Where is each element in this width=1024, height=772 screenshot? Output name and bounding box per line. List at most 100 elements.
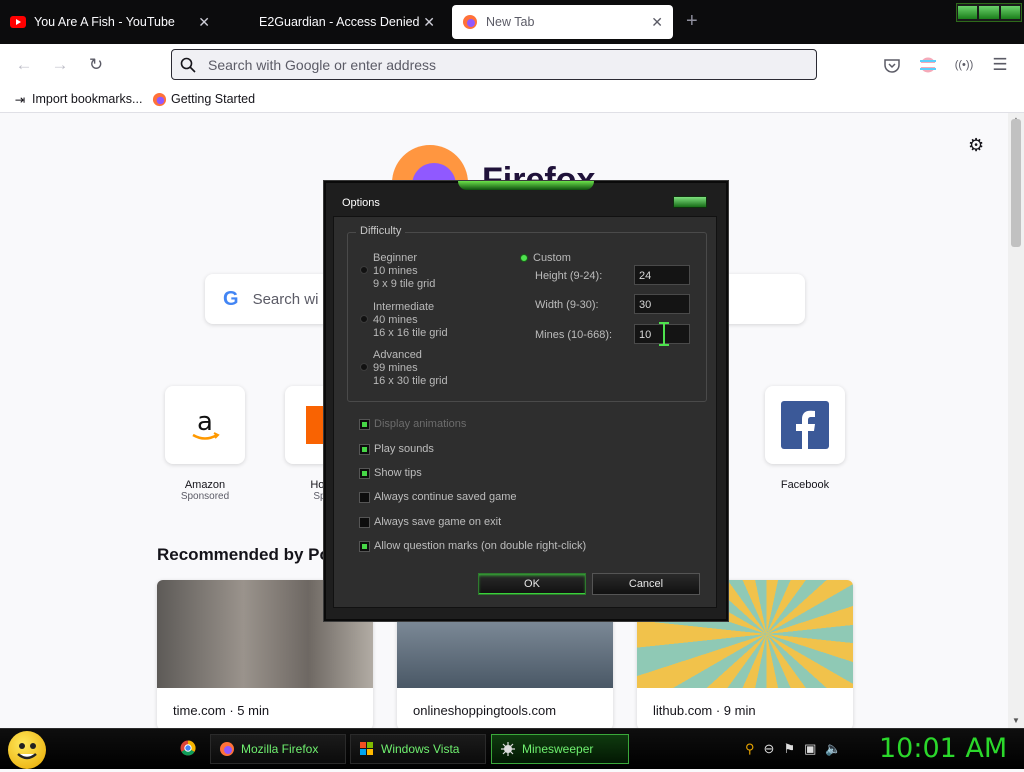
checkbox-display-animations[interactable] — [359, 419, 370, 430]
shield-icon[interactable]: ⚑ — [783, 741, 795, 757]
checkbox-question-marks[interactable] — [359, 541, 370, 552]
taskbar-chrome[interactable] — [172, 734, 200, 762]
firefox-icon — [219, 741, 235, 757]
width-field[interactable]: 30 — [634, 294, 690, 314]
checkbox-show-tips[interactable] — [359, 468, 370, 479]
option-label[interactable]: Allow question marks (on double right-cl… — [374, 540, 586, 552]
text-cursor-icon — [658, 322, 670, 346]
bookmark-import[interactable]: ⇥ Import bookmarks... — [12, 91, 143, 107]
taskbar-clock[interactable]: 10:01 AM — [879, 733, 1007, 764]
system-tray: ⚲ ⊖ ⚑ ▣ 🔈 — [745, 741, 842, 757]
facebook-icon — [765, 386, 845, 464]
recommended-heading: Recommended by Poc — [157, 545, 340, 564]
gear-icon[interactable]: ⚙ — [968, 135, 984, 156]
volume-icon[interactable]: 🔈 — [825, 741, 841, 757]
tab-title: New Tab — [486, 15, 535, 29]
level-custom-label[interactable]: Custom — [533, 252, 571, 265]
close-icon[interactable] — [673, 196, 707, 208]
top-site-facebook[interactable]: Facebook — [763, 386, 847, 491]
difficulty-label: Difficulty — [356, 225, 406, 237]
height-field[interactable]: 24 — [634, 265, 690, 285]
url-bar[interactable] — [171, 49, 817, 80]
start-button-smiley-icon[interactable] — [8, 731, 46, 769]
sponsored-label: Sponsored — [180, 491, 230, 502]
dialog-title: Options — [342, 197, 380, 209]
checkbox-save-on-exit[interactable] — [359, 517, 370, 528]
extension-icon[interactable]: ((•)) — [954, 55, 974, 75]
level-grid: 16 x 16 tile grid — [373, 327, 448, 339]
level-name: Beginner — [373, 252, 418, 264]
scroll-thumb[interactable] — [1011, 119, 1021, 247]
level-name: Intermediate — [373, 301, 435, 313]
option-label[interactable]: Show tips — [374, 467, 422, 479]
option-label[interactable]: Display animations — [374, 418, 466, 430]
bookmarks-toolbar: ⇥ Import bookmarks... Getting Started — [0, 86, 1024, 113]
navigation-toolbar: ← → ↻ ((•)) ☰ — [0, 44, 1024, 86]
radio-beginner[interactable] — [360, 266, 368, 274]
cancel-button[interactable]: Cancel — [592, 573, 700, 595]
hamburger-menu-icon[interactable]: ☰ — [990, 55, 1010, 75]
tab-e2guardian[interactable]: E2Guardian - Access Denied ✕ — [225, 5, 445, 39]
option-label[interactable]: Always save game on exit — [374, 516, 501, 528]
level-advanced[interactable]: Advanced 99 mines 16 x 30 tile grid — [373, 349, 448, 388]
bookmark-getting-started[interactable]: Getting Started — [151, 91, 255, 107]
tab-youtube[interactable]: You Are A Fish - YouTube ✕ — [0, 5, 220, 39]
option-label[interactable]: Always continue saved game — [374, 491, 516, 503]
youtube-icon — [10, 14, 26, 30]
story-source: onlineshoppingtools.com — [413, 703, 557, 718]
forward-arrow-icon[interactable]: → — [50, 55, 70, 75]
url-input[interactable] — [206, 55, 790, 74]
bookmark-label: Import bookmarks... — [32, 92, 143, 106]
minus-icon[interactable]: ⊖ — [764, 741, 775, 757]
close-tab-icon[interactable]: ✕ — [423, 14, 435, 31]
checkbox-continue-saved[interactable] — [359, 492, 370, 503]
mine-icon — [500, 741, 516, 757]
top-site-amazon[interactable]: a Amazon Sponsored — [163, 386, 247, 502]
level-mines: 40 mines — [373, 314, 418, 326]
story-source: lithub.com · 9 min — [653, 703, 756, 718]
google-icon: G — [223, 287, 239, 310]
dialog-glow-decoration — [458, 181, 594, 190]
mines-label: Mines (10-668): — [535, 329, 613, 341]
page-scrollbar[interactable]: ▲ ▼ — [1008, 113, 1024, 728]
height-label: Height (9-24): — [535, 270, 603, 282]
search-icon — [180, 57, 196, 73]
level-intermediate[interactable]: Intermediate 40 mines 16 x 16 tile grid — [373, 301, 448, 340]
taskbar-windows-vista[interactable]: Windows Vista — [350, 734, 486, 764]
ok-button[interactable]: OK — [478, 573, 586, 595]
taskbar-minesweeper[interactable]: Minesweeper — [491, 734, 629, 764]
new-tab-button[interactable]: + — [686, 10, 698, 33]
scroll-down-icon[interactable]: ▼ — [1012, 716, 1020, 725]
width-label: Width (9-30): — [535, 299, 599, 311]
close-tab-icon[interactable]: ✕ — [198, 14, 210, 31]
pocket-icon[interactable] — [882, 55, 902, 75]
tab-title: You Are A Fish - YouTube — [34, 15, 175, 29]
search-icon[interactable]: ⚲ — [745, 741, 755, 757]
tab-strip: You Are A Fish - YouTube ✕ E2Guardian - … — [0, 0, 1024, 44]
dialog-body: Difficulty Beginner 10 mines 9 x 9 tile … — [333, 216, 717, 608]
window-controls[interactable] — [956, 3, 1022, 22]
radio-custom[interactable] — [520, 254, 528, 262]
back-arrow-icon[interactable]: ← — [14, 55, 34, 75]
checkbox-play-sounds[interactable] — [359, 444, 370, 455]
chrome-icon — [180, 740, 196, 756]
level-mines: 10 mines — [373, 265, 418, 277]
radio-intermediate[interactable] — [360, 315, 368, 323]
level-grid: 16 x 30 tile grid — [373, 375, 448, 387]
option-label[interactable]: Play sounds — [374, 443, 434, 455]
network-icon[interactable]: ▣ — [804, 741, 816, 757]
radio-advanced[interactable] — [360, 363, 368, 371]
account-avatar-icon[interactable] — [918, 55, 938, 75]
firefox-icon — [462, 14, 478, 30]
top-site-name: Facebook — [780, 479, 830, 491]
level-name: Advanced — [373, 349, 422, 361]
close-tab-icon[interactable]: ✕ — [651, 14, 663, 31]
reload-icon[interactable]: ↻ — [86, 55, 106, 75]
taskbar-label: Minesweeper — [522, 742, 594, 756]
taskbar-firefox[interactable]: Mozilla Firefox — [210, 734, 346, 764]
tab-new-tab[interactable]: New Tab ✕ — [452, 5, 673, 39]
difficulty-group: Difficulty Beginner 10 mines 9 x 9 tile … — [347, 225, 707, 402]
level-beginner[interactable]: Beginner 10 mines 9 x 9 tile grid — [373, 252, 435, 291]
options-dialog: Options Difficulty Beginner 10 mines 9 x… — [324, 181, 728, 621]
story-source: time.com · 5 min — [173, 703, 270, 718]
